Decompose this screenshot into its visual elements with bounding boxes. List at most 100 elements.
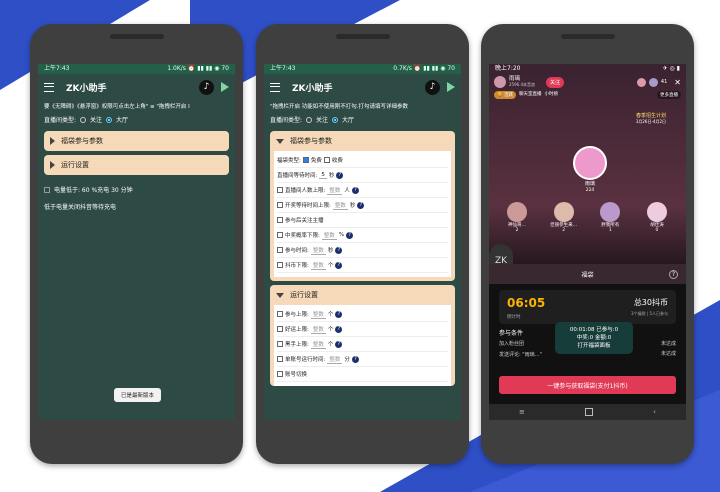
tag[interactable]: 🏆 活跃 (494, 91, 517, 99)
option-checkbox[interactable] (277, 371, 283, 377)
home-nav-icon[interactable] (585, 408, 594, 416)
number-input[interactable]: 整数 (310, 325, 326, 334)
tiktok-icon[interactable]: ♪ (199, 79, 214, 95)
option-checkbox[interactable] (277, 187, 283, 193)
radio-hall[interactable] (106, 116, 113, 123)
help-icon[interactable]: ? (351, 186, 359, 194)
close-icon[interactable]: ✕ (674, 78, 681, 87)
tag[interactable]: 聊天室直播 (519, 91, 542, 99)
guest-avatar (600, 202, 621, 222)
option-checkbox[interactable] (277, 262, 283, 268)
help-icon[interactable]: ? (335, 246, 343, 254)
help-icon[interactable]: ? (351, 355, 359, 363)
event-title: 春季招生计划 (635, 113, 666, 119)
guest-avatar (553, 202, 574, 222)
more-live-button[interactable]: 更多直播 (657, 91, 681, 99)
help-icon[interactable]: ? (335, 325, 343, 333)
run-settings-panel[interactable]: 运行设置 (44, 155, 229, 175)
guest-avatar (646, 202, 667, 222)
guest-seat[interactable]: 胡佳涛 0 (637, 202, 677, 233)
number-input[interactable]: 整数 (327, 186, 343, 195)
run-settings-section: 运行设置 参与上限: 整数个? 好运上限: 整数个? 黑手上限: 整数个? 单账号运行时间:… (270, 285, 455, 386)
option-row: 开奖等待时间上限: 整数秒? (277, 198, 448, 213)
help-icon[interactable]: ? (335, 261, 343, 269)
tag[interactable]: 小时榜 (545, 91, 559, 99)
menu-icon[interactable] (44, 82, 54, 92)
free-label: 免费 (310, 158, 322, 164)
number-input[interactable]: 整数 (310, 261, 326, 270)
radio-follow-label: 关注 (316, 117, 329, 124)
back-nav-icon[interactable]: ‹ (653, 408, 656, 416)
total-coins: 总30抖币 (633, 298, 668, 307)
number-input[interactable]: 整数 (310, 246, 326, 255)
option-checkbox[interactable] (277, 341, 283, 347)
field-label: 福袋类型: (277, 158, 301, 164)
option-row: 好运上限: 整数个? (277, 322, 448, 337)
radio-follow[interactable] (306, 116, 313, 123)
wait-time-row: 直播间等待时间: 5 秒 ? (277, 168, 448, 183)
app-title: ZK小助手 (292, 83, 333, 94)
number-input[interactable]: 整数 (310, 340, 326, 349)
app-title: ZK小助手 (66, 83, 107, 94)
event-banner[interactable]: 春季招生计划 3月26日-4月2日 (636, 112, 666, 125)
open-bag-panel: 打开福袋面板 (577, 343, 611, 349)
option-checkbox[interactable] (277, 232, 283, 238)
number-input[interactable]: 整数 (310, 310, 326, 319)
center-avatar[interactable] (573, 146, 607, 180)
option-row: 参与上限: 整数个? (277, 307, 448, 322)
section-header[interactable]: 福袋参与参数 (270, 131, 455, 151)
help-icon[interactable]: ? (357, 201, 365, 209)
play-icon[interactable] (221, 82, 229, 92)
battery-checkbox[interactable] (44, 186, 50, 193)
option-checkbox[interactable] (277, 311, 283, 317)
option-checkbox[interactable] (277, 247, 283, 253)
help-icon[interactable]: ? (335, 340, 343, 348)
number-input[interactable]: 整数 (327, 355, 343, 364)
viewer-count: 41 (660, 79, 668, 85)
option-checkbox[interactable] (277, 202, 283, 208)
help-icon[interactable]: ? (336, 171, 344, 179)
radio-follow[interactable] (80, 116, 87, 123)
paid-checkbox[interactable] (323, 157, 330, 163)
section-header[interactable]: 运行设置 (270, 285, 455, 305)
number-input[interactable]: 整数 (321, 231, 337, 240)
help-icon[interactable]: ? (669, 269, 678, 279)
radio-hall[interactable] (332, 116, 339, 123)
tag-row: 🏆 活跃 聊天室直播 小时榜 更多直播 (489, 90, 686, 100)
help-icon[interactable]: ? (346, 231, 354, 239)
field-label: 单账号运行时间: (285, 357, 326, 363)
wait-time-input[interactable]: 5 (319, 172, 327, 179)
follow-button[interactable]: 关注 (546, 76, 565, 88)
option-checkbox[interactable] (277, 217, 283, 223)
field-label: 黑手上限: (285, 342, 309, 348)
field-label: 参与时间: (285, 248, 309, 254)
phone2-screen: 上午7:43 0.7K/s ⏰ ▮▮ ▮▮ ◉ 70 ZK小助手 ♪ "拖拽栏开… (264, 64, 461, 420)
guest-seat[interactable]: 佳丽参生来… 2 (544, 202, 584, 233)
avatar[interactable] (494, 76, 506, 88)
option-row: 黑手上限: 整数个? (277, 337, 448, 352)
field-label: 参与后关注主播 (285, 218, 324, 224)
number-input[interactable]: 整数 (332, 201, 348, 210)
menu-nav-icon[interactable]: ≡ (519, 408, 525, 416)
overlay-line: 00:01:08 已参与:0 (569, 327, 619, 333)
option-checkbox[interactable] (277, 356, 283, 362)
free-checkbox[interactable] (302, 157, 309, 163)
guest-seat[interactable]: 神仙哥… 2 (497, 202, 537, 233)
play-icon[interactable] (447, 82, 455, 92)
status-time: 晚上7:20 (495, 65, 521, 72)
guest-seat[interactable]: 胖我所有 1 (590, 202, 630, 233)
viewer-avatar (636, 77, 646, 87)
option-checkbox[interactable] (277, 326, 283, 332)
field-label: 好运上限: (285, 327, 309, 333)
radio-hall-label: 大厅 (342, 117, 355, 124)
menu-icon[interactable] (270, 82, 280, 92)
help-icon[interactable]: ? (335, 310, 343, 318)
join-bag-button[interactable]: 一键参与获取福袋(支付1抖币) (499, 376, 676, 394)
bag-params-panel[interactable]: 福袋参与参数 (44, 131, 229, 151)
helper-overlay[interactable]: 00:01:08 已参与:0 中奖:0 金额:0 打开福袋面板 (555, 322, 633, 354)
radio-follow-label: 关注 (90, 117, 103, 124)
tiktok-icon[interactable]: ♪ (425, 79, 440, 95)
unit: 秒 (327, 248, 334, 254)
guest-row: 神仙哥… 2 佳丽参生来… 2 胖我所有 1 胡佳涛 0 (497, 202, 677, 233)
center-count: 224 (585, 188, 595, 193)
